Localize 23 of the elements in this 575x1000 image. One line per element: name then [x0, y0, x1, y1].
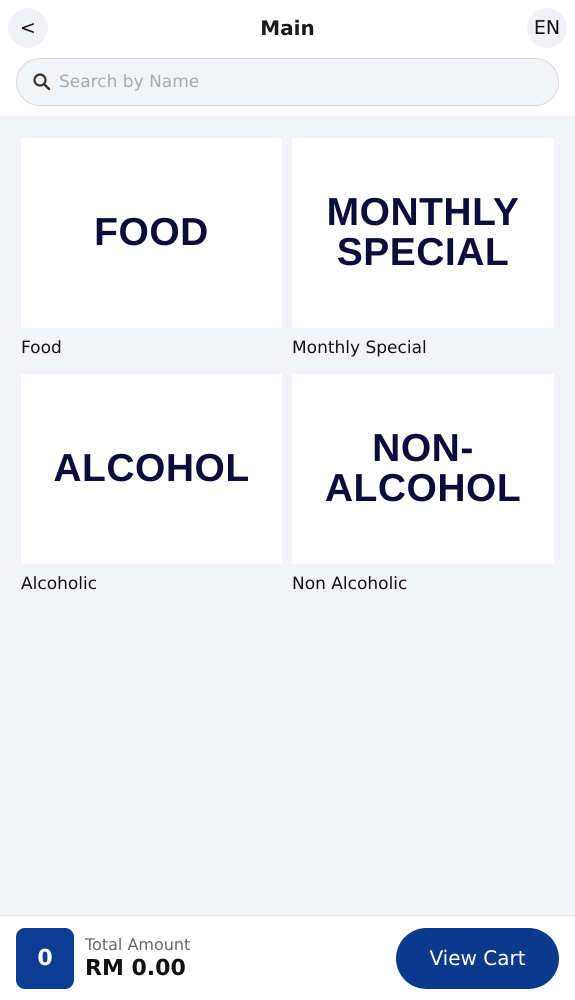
- category-image-text: ALCOHOL: [53, 449, 250, 489]
- language-button[interactable]: EN: [527, 8, 567, 48]
- category-image-text: FOOD: [94, 213, 209, 253]
- category-label[interactable]: Non Alcoholic: [292, 574, 554, 594]
- category-image-text: ALCOHOL: [324, 469, 522, 509]
- category-image[interactable]: FOOD: [21, 138, 282, 328]
- category-image[interactable]: MONTHLY SPECIAL: [292, 138, 554, 328]
- category-image-text: MONTHLY: [326, 193, 520, 233]
- category-image[interactable]: ALCOHOL: [21, 374, 282, 564]
- category-label[interactable]: Food: [21, 338, 282, 358]
- total-label: Total Amount: [85, 935, 192, 954]
- view-cart-button[interactable]: View Cart: [396, 928, 559, 988]
- back-button[interactable]: <: [8, 8, 48, 48]
- page-title: Main: [260, 16, 315, 40]
- category-image[interactable]: NON- ALCOHOL: [292, 374, 554, 564]
- search-field[interactable]: Search by Name: [16, 58, 559, 106]
- category-label[interactable]: Monthly Special: [292, 338, 554, 358]
- category-image-text: NON-: [372, 429, 474, 469]
- cart-count: 0: [16, 928, 74, 988]
- category-label[interactable]: Alcoholic: [21, 574, 282, 594]
- category-image-text: SPECIAL: [336, 233, 510, 273]
- total-amount: RM 0.00: [85, 956, 187, 981]
- search-icon: [32, 72, 52, 92]
